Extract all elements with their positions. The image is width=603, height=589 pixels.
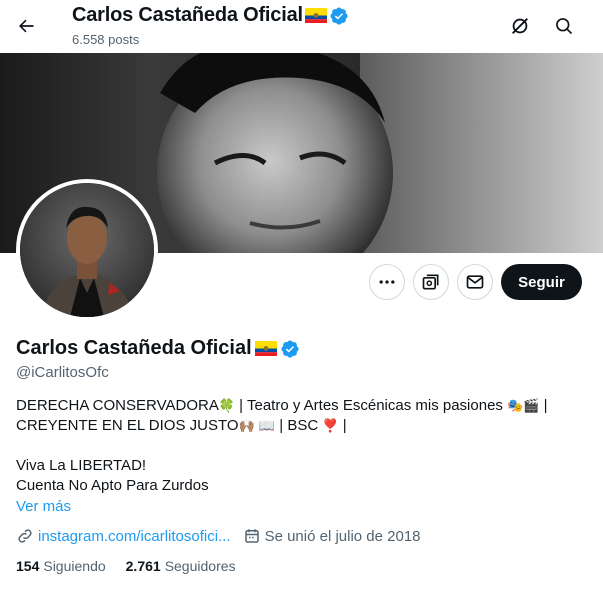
clover-emoji: 🍀 [218,398,236,414]
bio-line-2: CREYENTE EN EL DIOS JUSTO🙌🏽 📖 | BSC ❣️ | [16,416,586,436]
profile-avatar[interactable] [16,179,158,321]
calendar-icon [244,529,259,543]
profile-display-name: Carlos Castañeda Oficial [16,337,252,359]
joined-item: Se unió el julio de 2018 [243,527,421,545]
grok-button[interactable] [502,8,538,44]
book-emoji: 📖 [258,418,276,434]
bio-line-1: DERECHA CONSERVADORA🍀 | Teatro y Artes E… [16,396,586,416]
top-bar: Carlos Castañeda Oficial 6.558 posts [0,0,603,53]
bio-line-3: Viva La LIBERTAD! [16,457,147,475]
avatar-photo [20,183,154,317]
following-count: 154 [16,558,40,574]
profile-handle: @iCarlitosOfc [16,364,109,381]
header-title: Carlos Castañeda Oficial [72,4,303,26]
see-more-link[interactable]: Ver más [16,498,71,515]
website-item[interactable]: instagram.com/icarlitosofici... [16,527,231,545]
followers-link[interactable]: 2.761 Seguidores [126,558,236,574]
following-label: Siguiendo [43,558,106,574]
profile-bio: DERECHA CONSERVADORA🍀 | Teatro y Artes E… [16,396,586,496]
subscribe-icon [422,274,439,290]
profile-stats: 154 Siguiendo 2.761 Seguidores [16,558,236,574]
follow-button[interactable]: Seguir [501,264,582,300]
profile-meta: instagram.com/icarlitosofici... Se unió … [16,527,421,545]
subscribe-button[interactable] [413,264,449,300]
masks-emoji: 🎭 [507,398,524,414]
search-button[interactable] [546,8,582,44]
bio-line-4: Cuenta No Apto Para Zurdos [16,477,209,495]
verified-icon [330,6,348,25]
link-icon [18,529,32,543]
message-icon [466,275,484,289]
flag-icon [254,341,277,356]
followers-label: Seguidores [164,558,236,574]
flag-icon [304,8,327,23]
raised-hands-emoji: 🙌🏽 [238,418,255,434]
header-title-row: Carlos Castañeda Oficial [72,4,349,27]
grok-icon [512,18,528,34]
followers-count: 2.761 [125,558,161,574]
back-arrow-icon [19,19,34,33]
verified-icon[interactable] [280,339,300,359]
website-link[interactable]: instagram.com/icarlitosofici... [38,528,231,545]
following-link[interactable]: 154 Siguiendo [16,558,106,574]
clapper-emoji: 🎬 [523,398,540,414]
bio-spacer [16,436,586,456]
joined-date: Se unió el julio de 2018 [264,527,421,545]
more-button[interactable] [369,264,405,300]
more-icon [379,280,395,284]
profile-name-row: Carlos Castañeda Oficial [16,337,300,360]
message-button[interactable] [457,264,493,300]
search-icon [556,18,573,35]
heart-emoji: ❣️ [322,418,339,434]
posts-count: 6.558 posts [72,32,140,47]
back-button[interactable] [8,8,44,44]
